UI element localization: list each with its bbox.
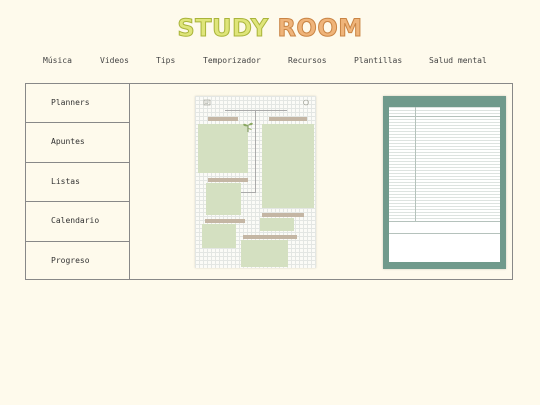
ruled-lines bbox=[389, 107, 500, 222]
header-rule bbox=[389, 116, 500, 117]
planner-template-thumbnail[interactable] bbox=[195, 96, 316, 268]
note-box bbox=[206, 183, 241, 215]
sidebar-item-calendario[interactable]: Calendario bbox=[26, 202, 129, 242]
doodle-icon bbox=[203, 99, 211, 106]
label-tag bbox=[208, 117, 238, 121]
connector-line bbox=[239, 192, 256, 193]
doodle-icon bbox=[303, 99, 309, 106]
connector-line bbox=[225, 110, 256, 111]
nav-item-tips[interactable]: Tips bbox=[156, 56, 175, 65]
logo-word-study: STUDY bbox=[177, 14, 269, 43]
nav-item-temporizador[interactable]: Temporizador bbox=[203, 56, 261, 65]
sidebar-item-progreso[interactable]: Progreso bbox=[26, 242, 129, 281]
nav-item-videos[interactable]: Videos bbox=[100, 56, 129, 65]
notes-template-thumbnail[interactable] bbox=[383, 96, 506, 269]
main-nav: Música Videos Tips Temporizador Recursos… bbox=[0, 56, 540, 68]
label-tag bbox=[205, 219, 245, 223]
note-box bbox=[260, 218, 294, 231]
nav-item-salud-mental[interactable]: Salud mental bbox=[429, 56, 487, 65]
sidebar-item-planners[interactable]: Planners bbox=[26, 84, 129, 124]
sidebar-item-listas[interactable]: Listas bbox=[26, 163, 129, 203]
nav-item-musica[interactable]: Música bbox=[43, 56, 72, 65]
summary-rule bbox=[389, 233, 500, 234]
connector-line bbox=[255, 110, 256, 192]
note-box bbox=[262, 124, 314, 208]
margin-line bbox=[415, 107, 416, 221]
note-box bbox=[241, 240, 288, 267]
note-box bbox=[202, 224, 236, 248]
logo-word-room: ROOM bbox=[277, 14, 363, 43]
nav-item-recursos[interactable]: Recursos bbox=[288, 56, 327, 65]
plant-icon bbox=[243, 122, 253, 132]
label-tag bbox=[243, 235, 297, 239]
label-tag bbox=[269, 117, 307, 121]
sidebar: Planners Apuntes Listas Calendario Progr… bbox=[26, 84, 130, 279]
connector-line bbox=[255, 110, 287, 111]
notes-sheet bbox=[389, 107, 500, 262]
site-logo: STUDY ROOM bbox=[0, 14, 540, 43]
label-tag bbox=[208, 178, 248, 182]
nav-item-plantillas[interactable]: Plantillas bbox=[354, 56, 402, 65]
label-tag bbox=[262, 213, 304, 217]
sidebar-item-apuntes[interactable]: Apuntes bbox=[26, 123, 129, 163]
